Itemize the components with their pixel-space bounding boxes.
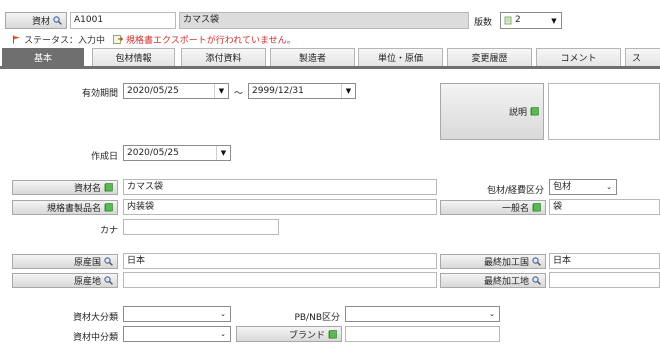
material-name-field[interactable]: カマス袋 [123,179,437,195]
origin-country-button[interactable]: 原産国 [12,254,118,269]
tab-basic-label: 基本 [33,54,52,64]
validity-label: 有効期間 [81,89,118,99]
final-country-button[interactable]: 最終加工国 [440,254,546,269]
tab-change-history[interactable]: 変更履歴 [447,48,532,66]
book-icon [104,183,113,192]
chevron-down-icon: ▼ [341,84,355,98]
export-icon [113,35,124,44]
final-place-button[interactable]: 最終加工地 [440,273,546,288]
material-name-button[interactable]: 資材名 [12,180,118,195]
book-icon [530,107,539,116]
origin-country-field[interactable]: 日本 [123,253,437,269]
chevron-down-icon: ▼ [214,84,228,98]
origin-place-label: 原産地 [73,277,101,287]
document-icon [504,16,513,25]
validity-to-select[interactable]: 2999/12/31 ▼ [248,83,356,99]
chevron-down-icon: ▼ [551,16,557,25]
chevron-down-icon: ▼ [216,146,230,160]
final-place-label: 最終加工地 [483,277,529,287]
spec-product-name-button[interactable]: 規格書製品名 [12,200,118,215]
brand-button[interactable]: ブランド [236,326,342,342]
major-class-select[interactable]: ⌄ [123,306,231,322]
spec-product-name-field[interactable]: 内装袋 [123,199,437,215]
description-field[interactable] [548,83,660,140]
kana-field[interactable] [123,219,279,235]
packaging-category-label: 包材/経費区分 [486,186,544,196]
status-row: ステータス：入力中 規格書エクスポートが行われていません。 [12,33,296,46]
tab-basic[interactable]: 基本 [2,48,84,66]
tab-manufacturer[interactable]: 製造者 [270,48,355,66]
tab-status-label: ス [632,54,642,64]
material-name-label: 資材名 [73,184,101,194]
tab-attachments[interactable]: 添付資料 [181,48,266,66]
kana-label: カナ [99,226,118,236]
tab-underline [0,66,660,69]
major-class-value [127,307,216,321]
tab-unit-cost[interactable]: 単位・原価 [358,48,443,66]
chevron-down-icon: ⌄ [220,310,226,318]
tab-manufacturer-label: 製造者 [298,54,326,64]
middle-class-select[interactable]: ⌄ [123,326,231,342]
magnifier-icon [104,276,113,285]
description-button[interactable]: 説明 [440,83,544,140]
chevron-down-icon: ⌄ [220,330,226,338]
pbnb-select[interactable]: ⌄ [345,306,500,322]
packaging-category-value: 包材 [553,182,572,192]
origin-country-label: 原産国 [73,258,101,268]
book-icon [328,329,337,339]
pbnb-label: PB/NB区分 [294,313,340,323]
material-search-label: 資材 [31,17,50,27]
general-name-label: 一般名 [501,204,529,214]
brand-field[interactable] [345,326,500,342]
material-code-field[interactable]: A1001 [70,12,176,29]
origin-place-button[interactable]: 原産地 [12,273,118,288]
export-warning-text: 規格書エクスポートが行われていません。 [126,36,296,46]
chevron-down-icon: ⌄ [489,310,495,318]
book-icon [104,203,113,212]
validity-from-select[interactable]: 2020/05/25 ▼ [123,83,229,99]
final-country-field[interactable]: 日本 [549,253,660,269]
created-label: 作成日 [90,152,118,162]
spec-product-name-label: 規格書製品名 [46,204,101,214]
book-icon [532,203,541,212]
packaging-category-select[interactable]: 包材 ⌄ [549,179,617,195]
magnifier-icon [532,276,541,285]
magnifier-icon [53,16,62,25]
status-text: ステータス：入力中 [24,36,106,46]
flag-icon [12,35,21,44]
middle-class-label: 資材中分類 [72,333,118,343]
validity-tilde: ～ [234,89,244,99]
general-name-field[interactable]: 袋 [549,199,660,215]
material-search-button[interactable]: 資材 [5,12,67,29]
created-date-value: 2020/05/25 [127,148,179,158]
validity-from-value: 2020/05/25 [127,86,179,96]
validity-to-value: 2999/12/31 [252,86,304,96]
tab-change-history-label: 変更履歴 [471,54,508,64]
magnifier-icon [532,257,541,266]
final-country-label: 最終加工国 [483,258,529,268]
middle-class-value [127,327,216,341]
chevron-down-icon: ⌄ [606,183,612,191]
final-place-field[interactable] [549,272,660,288]
tab-status[interactable]: ス [625,48,660,66]
pbnb-value [349,307,485,321]
magnifier-icon [104,257,113,266]
brand-label: ブランド [288,330,325,341]
version-label: 版数 [474,18,493,28]
tab-packaging-info-label: 包材情報 [115,54,152,64]
tab-packaging-info[interactable]: 包材情報 [92,48,175,66]
tab-attachments-label: 添付資料 [205,54,242,64]
general-name-button[interactable]: 一般名 [440,200,546,215]
major-class-label: 資材大分類 [72,313,118,323]
origin-place-field[interactable] [123,272,437,288]
version-select[interactable]: 2 ▼ [500,12,562,29]
tab-comments-label: コメント [560,54,597,64]
description-label: 説明 [508,108,527,118]
created-date-select[interactable]: 2020/05/25 ▼ [123,145,231,161]
version-value: 2 [515,15,521,25]
tab-comments[interactable]: コメント [536,48,621,66]
material-name-header-field: カマス袋 [179,12,469,29]
tab-unit-cost-label: 単位・原価 [377,54,423,64]
